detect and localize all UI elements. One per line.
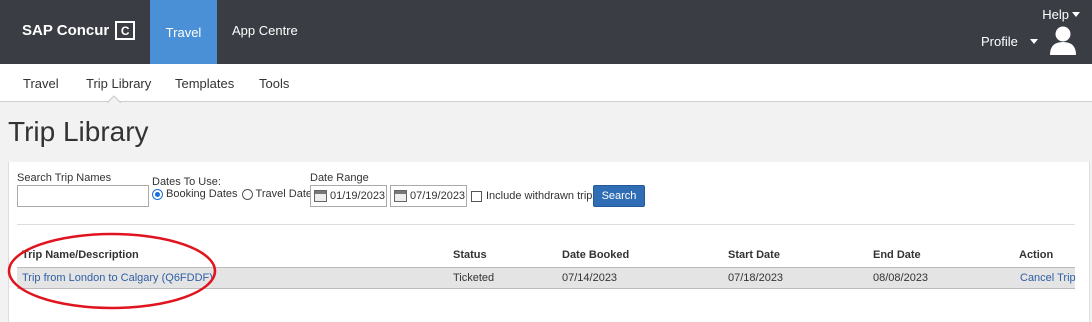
subnav-templates[interactable]: Templates xyxy=(175,76,234,91)
subnav-tools[interactable]: Tools xyxy=(259,76,289,91)
active-tab-pointer xyxy=(107,95,121,103)
caret-down-icon xyxy=(1072,12,1080,17)
brand-logo[interactable]: SAP Concur C xyxy=(22,21,136,40)
search-button[interactable]: Search xyxy=(593,185,645,207)
profile-label: Profile xyxy=(981,34,1018,49)
travel-dates-label: Travel Dates xyxy=(255,188,318,200)
subnav-travel[interactable]: Travel xyxy=(23,76,59,91)
include-withdrawn-checkbox[interactable] xyxy=(471,191,482,202)
search-trip-names-label: Search Trip Names xyxy=(17,172,112,184)
col-end-date: End Date xyxy=(873,249,921,261)
date-from-value: 01/19/2023 xyxy=(330,190,386,202)
calendar-icon[interactable] xyxy=(314,190,327,202)
brand-mark-icon: C xyxy=(115,21,136,40)
cancel-trip-link[interactable]: Cancel Trip xyxy=(1020,272,1076,284)
subnav-trip-library[interactable]: Trip Library xyxy=(86,76,151,91)
top-bar: SAP Concur C Travel App Centre Help Prof… xyxy=(0,0,1092,64)
date-to-field[interactable]: 07/19/2023 xyxy=(390,185,467,207)
col-date-booked: Date Booked xyxy=(562,249,630,261)
caret-down-icon xyxy=(1029,39,1038,44)
include-withdrawn-label: Include withdrawn trips xyxy=(486,190,598,202)
brand-name: SAP Concur xyxy=(22,22,110,39)
trip-start-date: 07/18/2023 xyxy=(728,272,784,284)
nav-travel[interactable]: Travel xyxy=(150,0,217,64)
nav-app-centre[interactable]: App Centre xyxy=(232,23,298,38)
dates-to-use-group: Booking Dates Travel Dates xyxy=(152,188,318,200)
divider xyxy=(17,224,1075,225)
col-action: Action xyxy=(1019,249,1054,261)
dates-to-use-label: Dates To Use: xyxy=(152,176,221,188)
sub-navigation: Travel Trip Library Templates Tools xyxy=(0,64,1092,102)
profile-menu[interactable]: Profile xyxy=(981,34,1038,49)
date-to-value: 07/19/2023 xyxy=(410,190,466,202)
annotation-ellipse xyxy=(7,232,217,310)
user-avatar-icon[interactable] xyxy=(1049,25,1077,55)
trip-status: Ticketed xyxy=(453,272,495,284)
date-range-label: Date Range xyxy=(310,172,369,184)
col-start-date: Start Date xyxy=(728,249,780,261)
booking-dates-radio[interactable] xyxy=(152,188,163,200)
search-trip-names-input[interactable] xyxy=(17,185,149,207)
calendar-icon[interactable] xyxy=(394,190,407,202)
trip-date-booked: 07/14/2023 xyxy=(562,272,618,284)
col-status: Status xyxy=(453,249,487,261)
date-from-field[interactable]: 01/19/2023 xyxy=(310,185,387,207)
page-title: Trip Library xyxy=(8,116,149,147)
travel-dates-radio[interactable] xyxy=(241,188,253,200)
help-menu[interactable]: Help xyxy=(1042,7,1080,22)
help-label: Help xyxy=(1042,7,1069,22)
booking-dates-label: Booking Dates xyxy=(166,188,238,200)
trip-end-date: 08/08/2023 xyxy=(873,272,929,284)
